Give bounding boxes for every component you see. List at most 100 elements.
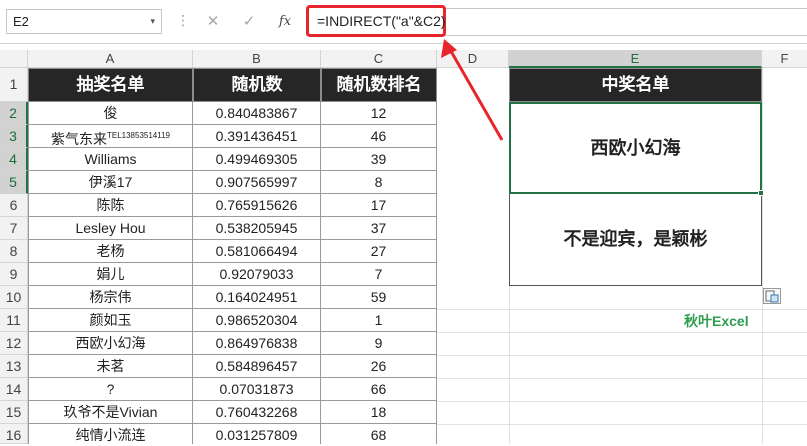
cell-random[interactable]: 0.765915626 (193, 194, 321, 217)
cell-random[interactable]: 0.864976838 (193, 332, 321, 355)
cell-name-text: 紫气东来 (50, 131, 107, 147)
column-header-e[interactable]: E (509, 50, 762, 68)
cell-random[interactable]: 0.07031873 (193, 378, 321, 401)
cell-name[interactable]: 老杨 (28, 240, 193, 263)
table-row: 俊 0.840483867 12 (28, 102, 437, 125)
fill-handle[interactable] (758, 190, 764, 196)
cell-rank[interactable]: 27 (321, 240, 437, 263)
cell-random[interactable]: 0.538205945 (193, 217, 321, 240)
cell-rank[interactable]: 46 (321, 125, 437, 148)
brand-watermark: 秋叶Excel (684, 313, 749, 329)
column-header-c[interactable]: C (321, 50, 437, 68)
row-header-9[interactable]: 9 (0, 263, 28, 286)
row-header-12[interactable]: 12 (0, 332, 28, 355)
cell-name[interactable]: 俊 (28, 102, 193, 125)
cell-random[interactable]: 0.986520304 (193, 309, 321, 332)
row-header-4[interactable]: 4 (0, 148, 28, 171)
cell-rank[interactable]: 68 (321, 424, 437, 444)
cell-name[interactable]: Lesley Hou (28, 217, 193, 240)
enter-icon[interactable]: ✓ (234, 9, 264, 34)
paste-options-icon[interactable] (763, 288, 781, 304)
table-row: 伊溪17 0.907565997 8 (28, 171, 437, 194)
row-header-1[interactable]: 1 (0, 68, 28, 102)
name-box[interactable]: E2 ▾ (6, 9, 162, 34)
cell-rank[interactable]: 66 (321, 378, 437, 401)
table-row: 西欧小幻海 0.864976838 9 (28, 332, 437, 355)
cell-rank[interactable]: 1 (321, 309, 437, 332)
cell-random[interactable]: 0.760432268 (193, 401, 321, 424)
cell-rank[interactable]: 9 (321, 332, 437, 355)
table-row: 杨宗伟 0.164024951 59 (28, 286, 437, 309)
row-header-10[interactable]: 10 (0, 286, 28, 309)
table-header-name[interactable]: 抽奖名单 (28, 68, 193, 102)
formula-highlight[interactable]: =INDIRECT("a"&C2) (306, 5, 446, 37)
cell-name[interactable]: Williams (28, 148, 193, 171)
column-header-b[interactable]: B (193, 50, 321, 68)
row-header-11[interactable]: 11 (0, 309, 28, 332)
cell-name[interactable]: ? (28, 378, 193, 401)
cell-name[interactable]: 紫气东来TEL13853514119 (28, 125, 193, 148)
column-header-f[interactable]: F (762, 50, 807, 68)
cell-random[interactable]: 0.840483867 (193, 102, 321, 125)
cell-name[interactable]: 杨宗伟 (28, 286, 193, 309)
table-row: Lesley Hou 0.538205945 37 (28, 217, 437, 240)
table-row: 玖爷不是Vivian 0.760432268 18 (28, 401, 437, 424)
cell-rank[interactable]: 8 (321, 171, 437, 194)
cell-random[interactable]: 0.92079033 (193, 263, 321, 286)
cell-random[interactable]: 0.584896457 (193, 355, 321, 378)
table-header-random[interactable]: 随机数 (193, 68, 321, 102)
row-header-3[interactable]: 3 (0, 125, 28, 148)
select-all-corner[interactable] (0, 50, 28, 68)
clipboard-icon (765, 290, 779, 303)
row-header-7[interactable]: 7 (0, 217, 28, 240)
cell-rank[interactable]: 18 (321, 401, 437, 424)
cell-name[interactable]: 未茗 (28, 355, 193, 378)
name-box-value: E2 (13, 14, 29, 29)
cell-name-superscript: TEL13853514119 (106, 131, 171, 140)
row-header-16[interactable]: 16 (0, 424, 28, 444)
cell-rank[interactable]: 7 (321, 263, 437, 286)
table-row: 老杨 0.581066494 27 (28, 240, 437, 263)
drag-handle-icon[interactable]: ⋮ (176, 9, 190, 34)
cancel-icon[interactable]: ✕ (198, 9, 228, 34)
table-row: 陈陈 0.765915626 17 (28, 194, 437, 217)
cell-name[interactable]: 娟儿 (28, 263, 193, 286)
cell-random[interactable]: 0.499469305 (193, 148, 321, 171)
cell-rank[interactable]: 12 (321, 102, 437, 125)
winner-cell-selected[interactable]: 西欧小幻海 (509, 102, 762, 194)
row-header-13[interactable]: 13 (0, 355, 28, 378)
table-header-rank[interactable]: 随机数排名 (321, 68, 437, 102)
row-header-6[interactable]: 6 (0, 194, 28, 217)
cell-rank[interactable]: 26 (321, 355, 437, 378)
cell-name[interactable]: 陈陈 (28, 194, 193, 217)
cell-name[interactable]: 伊溪17 (28, 171, 193, 194)
formula-text: =INDIRECT("a"&C2) (317, 13, 446, 29)
cell-random[interactable]: 0.164024951 (193, 286, 321, 309)
chevron-down-icon[interactable]: ▾ (150, 10, 155, 33)
winners-header[interactable]: 中奖名单 (509, 68, 762, 102)
insert-function-icon[interactable]: fx (270, 9, 300, 34)
cell-random[interactable]: 0.391436451 (193, 125, 321, 148)
row-header-8[interactable]: 8 (0, 240, 28, 263)
cell-name[interactable]: 颜如玉 (28, 309, 193, 332)
row-header-5[interactable]: 5 (0, 171, 28, 194)
cell-name[interactable]: 西欧小幻海 (28, 332, 193, 355)
column-header-d[interactable]: D (437, 50, 509, 68)
winner-cell[interactable]: 不是迎宾，是颖彬 (509, 194, 762, 286)
cell-random[interactable]: 0.031257809 (193, 424, 321, 444)
column-header-a[interactable]: A (28, 50, 193, 68)
cell-name[interactable]: 玖爷不是Vivian (28, 401, 193, 424)
cell-rank[interactable]: 37 (321, 217, 437, 240)
table-row: 颜如玉 0.986520304 1 (28, 309, 437, 332)
cell-random[interactable]: 0.581066494 (193, 240, 321, 263)
table-row: 紫气东来TEL13853514119 0.391436451 46 (28, 125, 437, 148)
cell-rank[interactable]: 17 (321, 194, 437, 217)
cell-name[interactable]: 纯情小流连 (28, 424, 193, 444)
cell-random[interactable]: 0.907565997 (193, 171, 321, 194)
table-row: Williams 0.499469305 39 (28, 148, 437, 171)
cell-rank[interactable]: 39 (321, 148, 437, 171)
row-header-14[interactable]: 14 (0, 378, 28, 401)
row-header-15[interactable]: 15 (0, 401, 28, 424)
row-header-2[interactable]: 2 (0, 102, 28, 125)
cell-rank[interactable]: 59 (321, 286, 437, 309)
